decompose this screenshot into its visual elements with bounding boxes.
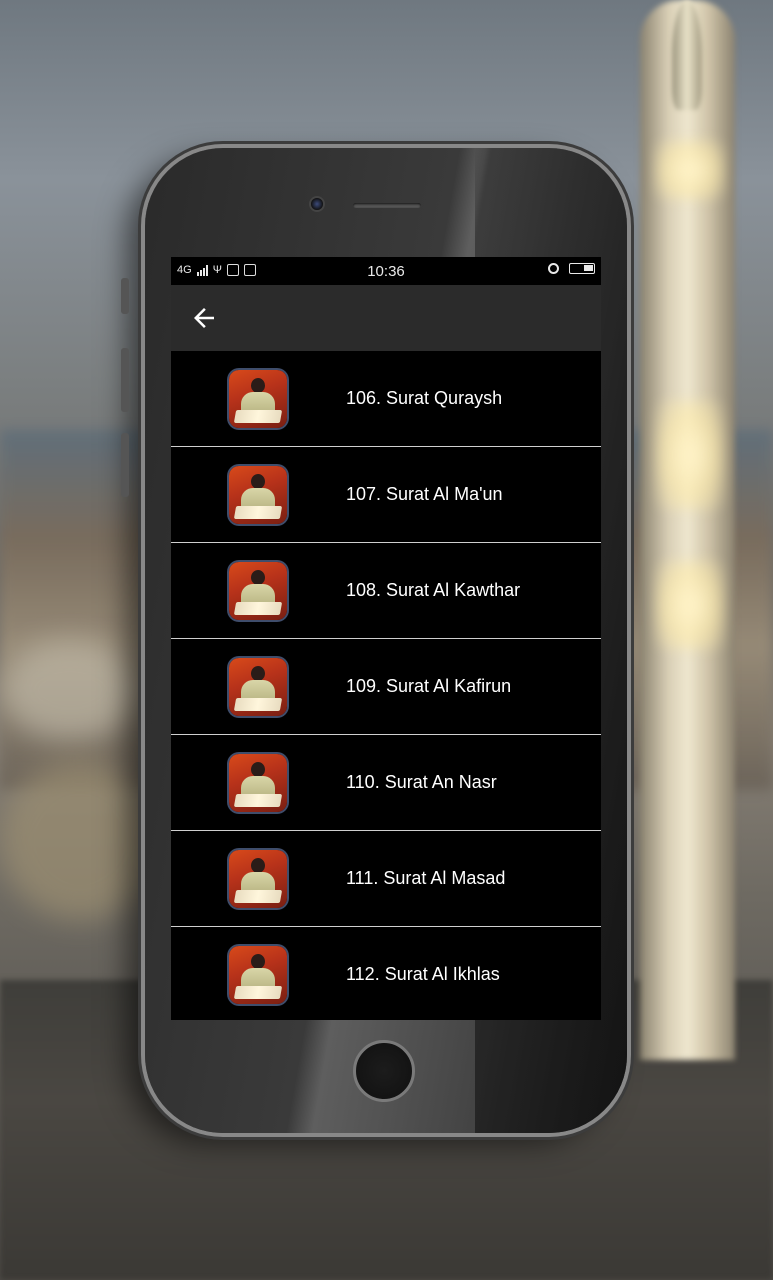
bg-light (0, 760, 160, 920)
surah-title: 112. Surat Al Ikhlas (346, 964, 500, 984)
surah-title: 108. Surat Al Kawthar (346, 580, 521, 600)
surah-title: 107. Surat Al Ma'un (346, 484, 503, 504)
status-right (548, 263, 595, 274)
earpiece-speaker (353, 203, 421, 208)
surah-title: 106. Surat Quraysh (346, 388, 503, 408)
list-item[interactable]: 110. Surat An Nasr (171, 735, 601, 831)
list-item[interactable]: 111. Surat Al Masad (171, 831, 601, 927)
list-item[interactable]: 107. Surat Al Ma'un (171, 447, 601, 543)
status-bar: 4G Ψ 10:36 (171, 257, 601, 285)
arrow-left-icon (194, 308, 214, 328)
status-time: 10:36 (367, 263, 405, 280)
home-button[interactable] (353, 1040, 415, 1102)
side-button (121, 348, 129, 412)
side-button (121, 433, 129, 497)
surah-title: 109. Surat Al Kafirun (346, 676, 512, 696)
reciter-thumbnail (229, 370, 287, 428)
reciter-thumbnail (229, 466, 287, 524)
app-bar (171, 285, 601, 351)
minaret-light (655, 560, 725, 650)
list-item[interactable]: 109. Surat Al Kafirun (171, 639, 601, 735)
reciter-thumbnail (229, 850, 287, 908)
minaret-top (672, 0, 702, 110)
minaret-light (655, 140, 725, 200)
front-camera (311, 198, 323, 210)
surah-title: 111. Surat Al Masad (346, 868, 506, 888)
surah-list: 106. Surat Quraysh 107. Surat Al Ma'un 1… (171, 351, 601, 1020)
reciter-thumbnail (229, 562, 287, 620)
bg-light (0, 640, 140, 740)
battery-icon (569, 263, 595, 274)
reciter-thumbnail (229, 946, 287, 1004)
list-item[interactable]: 106. Surat Quraysh (171, 351, 601, 447)
minaret-light (655, 400, 725, 510)
alarm-icon (548, 263, 559, 274)
list-item[interactable]: 112. Surat Al Ikhlas (171, 927, 601, 1020)
side-button (121, 278, 129, 314)
back-button[interactable] (189, 303, 219, 333)
reciter-thumbnail (229, 754, 287, 812)
surah-title: 110. Surat An Nasr (346, 772, 497, 792)
reciter-thumbnail (229, 658, 287, 716)
phone-screen: 4G Ψ 10:36 106. Surat Quraysh 107. Surat… (171, 257, 601, 1020)
list-item[interactable]: 108. Surat Al Kawthar (171, 543, 601, 639)
